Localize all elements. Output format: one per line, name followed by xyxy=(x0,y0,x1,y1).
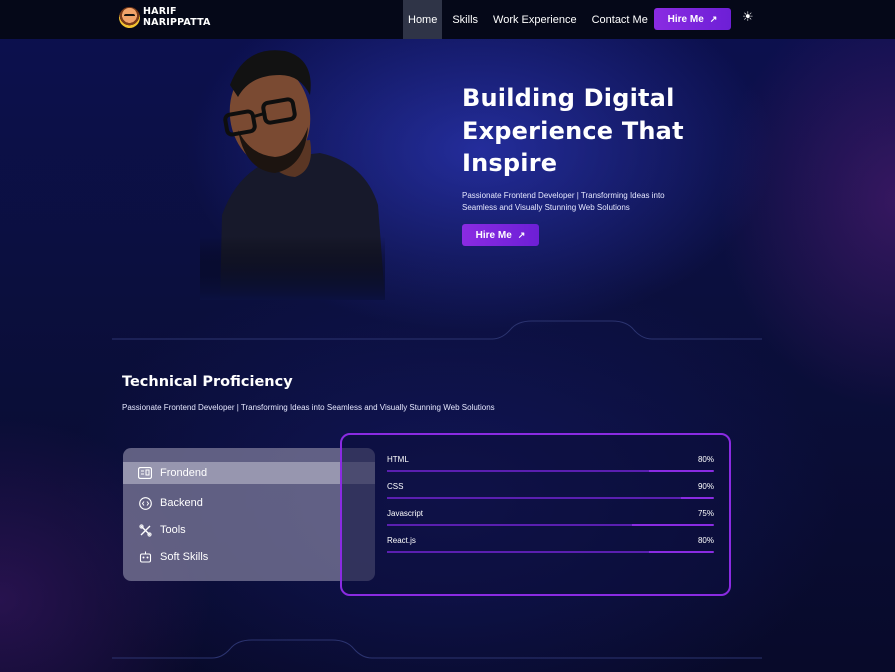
tab-tools[interactable]: Tools xyxy=(123,519,375,541)
skill-progress-bar xyxy=(387,470,714,472)
hero-subtitle-line2: Seamless and Visually Stunning Web Solut… xyxy=(462,203,630,212)
skill-levels-panel: HTML 80% CSS 90% Javascript 75% React.js 80% xyxy=(340,433,731,596)
skill-name: React.js xyxy=(387,536,416,545)
profile-photo xyxy=(200,45,385,300)
hero-title-line1: Building Digital xyxy=(462,84,675,112)
tools-icon xyxy=(138,523,152,537)
skill-progress-fill xyxy=(387,497,682,499)
arrow-up-right-icon: ↗ xyxy=(709,13,718,24)
skill-item: HTML 80% xyxy=(387,455,714,472)
hero-title-line3: Inspire xyxy=(462,149,558,177)
hero-title: Building Digital Experience That Inspire xyxy=(462,82,722,180)
brand-name: HARIF NARIPPATTA xyxy=(143,6,211,28)
code-circle-icon xyxy=(138,496,152,510)
sun-icon[interactable]: ☀ xyxy=(742,10,754,25)
hire-me-label: Hire Me xyxy=(475,229,512,241)
nav-work-experience[interactable]: Work Experience xyxy=(488,0,582,39)
hero-subtitle: Passionate Frontend Developer | Transfor… xyxy=(462,190,702,214)
brand-name-line1: HARIF xyxy=(143,6,177,17)
skill-item: CSS 90% xyxy=(387,482,714,499)
arrow-up-right-icon: ↗ xyxy=(517,229,526,240)
main-menu: Home Skills Work Experience Contact Me xyxy=(403,0,653,39)
hero-hire-me-button[interactable]: Hire Me ↗ xyxy=(462,224,539,246)
skill-progress-fill xyxy=(387,524,633,526)
brand-name-line2: NARIPPATTA xyxy=(143,17,211,28)
skills-subtitle: Passionate Frontend Developer | Transfor… xyxy=(122,403,495,412)
tab-backend[interactable]: Backend xyxy=(123,492,375,514)
skill-item: Javascript 75% xyxy=(387,509,714,526)
brand-avatar xyxy=(119,6,140,28)
skill-category-tabs: Frondend Backend Tools Soft Skills xyxy=(123,448,375,581)
skill-percent: 80% xyxy=(697,455,714,464)
nav-skills[interactable]: Skills xyxy=(447,0,483,39)
layout-icon xyxy=(138,466,152,480)
hire-me-label: Hire Me xyxy=(667,13,704,25)
skill-name: HTML xyxy=(387,455,409,464)
skill-progress-bar xyxy=(387,497,714,499)
skill-progress-fill xyxy=(387,551,649,553)
nav-contact-me[interactable]: Contact Me xyxy=(587,0,653,39)
tab-frontend[interactable]: Frondend xyxy=(123,462,375,484)
section-divider-bottom xyxy=(112,639,762,659)
nav-hire-me-button[interactable]: Hire Me ↗ xyxy=(654,8,731,30)
skill-progress-bar xyxy=(387,551,714,553)
top-navbar: HARIF NARIPPATTA Home Skills Work Experi… xyxy=(0,0,895,39)
tab-label: Backend xyxy=(160,497,203,509)
tab-label: Soft Skills xyxy=(160,551,209,563)
skill-name: Javascript xyxy=(387,509,424,518)
section-divider xyxy=(112,320,762,340)
skills-title: Technical Proficiency xyxy=(122,374,293,390)
hero-subtitle-line1: Passionate Frontend Developer | Transfor… xyxy=(462,191,665,200)
robot-icon xyxy=(138,550,152,564)
brand[interactable]: HARIF NARIPPATTA xyxy=(119,6,211,28)
skill-name: CSS xyxy=(387,482,404,491)
skill-progress-bar xyxy=(387,524,714,526)
hero-title-line2: Experience That xyxy=(462,116,684,145)
tab-soft-skills[interactable]: Soft Skills xyxy=(123,546,375,568)
skill-percent: 80% xyxy=(697,536,714,545)
skill-item: React.js 80% xyxy=(387,536,714,553)
nav-home[interactable]: Home xyxy=(403,0,443,39)
skill-progress-fill xyxy=(387,470,649,472)
skill-percent: 75% xyxy=(697,509,714,518)
tab-label: Frondend xyxy=(160,467,208,479)
tab-label: Tools xyxy=(160,524,186,536)
skill-percent: 90% xyxy=(697,482,714,491)
